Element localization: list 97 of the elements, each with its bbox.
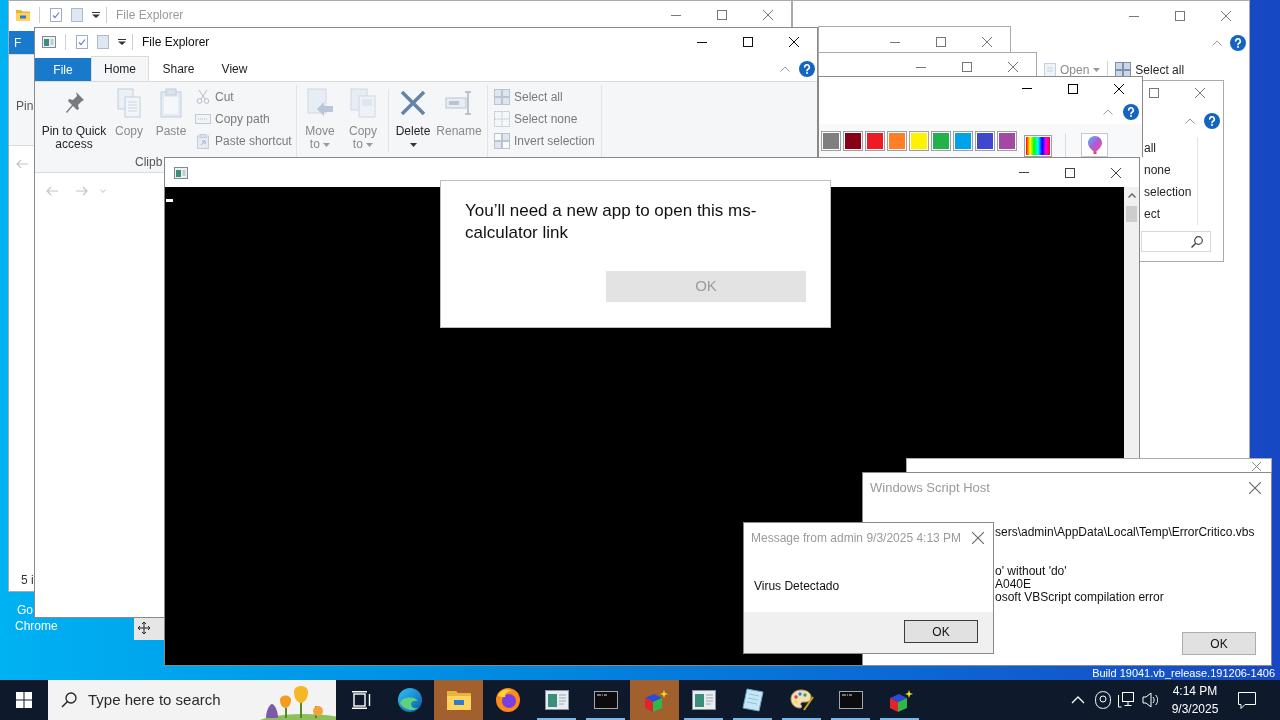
error-detail-text: A040E (995, 578, 1033, 591)
dialog-message: You’ll need a new app to open this ms-calculator link (465, 200, 758, 244)
windows-logo-icon (16, 692, 32, 708)
close-icon[interactable] (1114, 83, 1124, 94)
color-spectrum-icon[interactable] (1024, 135, 1052, 157)
ok-button[interactable]: OK (1182, 632, 1256, 655)
color-swatch[interactable] (997, 131, 1017, 151)
task-view-icon (349, 691, 372, 709)
window-icon (174, 166, 188, 179)
desktop-icon-label[interactable]: Chrome (15, 619, 58, 633)
ribbon-command[interactable]: all (1144, 137, 1197, 159)
window-title: File Explorer (142, 34, 210, 51)
checkmark-page-icon[interactable] (50, 8, 62, 22)
ribbon-button[interactable]: Pin to Quick access (40, 85, 108, 155)
desktop-icon-label[interactable]: Go (17, 603, 33, 617)
grid-icon (494, 89, 510, 105)
search-icon (1191, 235, 1203, 248)
close-icon[interactable] (1111, 167, 1121, 178)
checkmark-page-icon[interactable] (76, 35, 88, 49)
error-detail-text: osoft VBScript compilation error (995, 591, 1165, 604)
group-label: Clipb (135, 155, 163, 169)
clock-button[interactable]: 4:14 PM 9/3/2025 (1164, 682, 1226, 718)
window-icon (544, 690, 569, 710)
network-icon[interactable] (1118, 692, 1134, 708)
palette-icon (789, 688, 814, 712)
window-corner-panel[interactable] (134, 618, 164, 640)
window-title: File Explorer (116, 7, 184, 24)
webcam-icon[interactable] (1095, 691, 1111, 709)
two-pages-icon (350, 88, 376, 118)
color-swatch[interactable] (821, 131, 841, 151)
maximize-icon[interactable] (1065, 167, 1075, 178)
file-tab[interactable]: F (9, 31, 34, 54)
x-mark-icon (400, 90, 426, 116)
maximize-icon[interactable] (743, 37, 753, 47)
move-cursor-icon (138, 622, 150, 634)
search-field[interactable]: Type here to search (88, 688, 253, 712)
ok-button[interactable]: OK (904, 620, 978, 643)
search-field[interactable] (1141, 231, 1211, 252)
help-icon[interactable] (1123, 104, 1139, 120)
ribbon-tab[interactable]: Share (149, 56, 208, 81)
ribbon-tab[interactable]: View (208, 56, 261, 81)
window-icon (42, 36, 56, 48)
dialog-title: Message from admin 9/3/2025 4:13 PM (751, 530, 962, 547)
ribbon-command[interactable]: ect (1144, 203, 1197, 225)
color-swatch[interactable] (953, 131, 973, 151)
maximize-icon[interactable] (1068, 83, 1078, 94)
dashed-grid-icon (494, 111, 510, 127)
terminal-icon (838, 691, 863, 709)
help-icon[interactable] (1204, 113, 1220, 129)
swirl-icon (397, 688, 422, 712)
two-pages-icon (117, 88, 141, 118)
text-field-cursor-icon (445, 91, 473, 115)
page-icon (1044, 63, 1056, 77)
folder-icon (446, 690, 471, 710)
ribbon-button[interactable]: Delete (392, 85, 434, 156)
balloon-button[interactable] (1081, 133, 1108, 157)
dialog-message: Virus Detectado (754, 579, 840, 593)
flame-globe-icon (495, 688, 520, 712)
window-icon (691, 690, 716, 710)
volume-icon[interactable] (1142, 691, 1158, 709)
status-text: 5 i (21, 572, 34, 589)
ribbon-tab[interactable]: Home (91, 56, 149, 81)
scrollbar-thumb[interactable] (1126, 206, 1137, 222)
search-icon (61, 692, 77, 708)
dropdown-icon[interactable] (118, 39, 126, 45)
file-tab[interactable]: File (35, 58, 91, 81)
folder-icon (16, 9, 30, 21)
error-detail-text: o' without 'do' (995, 565, 1068, 578)
dropdown-icon[interactable] (92, 12, 100, 18)
help-icon[interactable] (1230, 35, 1246, 51)
pushpin-icon (64, 92, 84, 114)
partial-grid-icon (494, 133, 510, 149)
color-swatch[interactable] (843, 131, 863, 151)
scissors-icon (196, 90, 210, 104)
page-arrow-icon (307, 88, 333, 118)
color-swatch[interactable] (975, 131, 995, 151)
minimize-icon[interactable] (697, 41, 707, 43)
clipboard-icon (160, 88, 182, 118)
build-text: Build 19041.vb_release.191206-1406 (1092, 666, 1275, 680)
close-icon[interactable] (789, 37, 799, 47)
search-bar[interactable]: Type here to search (48, 680, 336, 720)
path-bar-icon (195, 114, 211, 124)
terminal-icon (593, 691, 618, 709)
ribbon-command[interactable]: Pin (16, 99, 34, 113)
paper-sheet-icon (741, 688, 764, 712)
color-swatch[interactable] (887, 131, 907, 151)
scroll-up-icon[interactable] (1127, 193, 1136, 198)
color-swatch[interactable] (909, 131, 929, 151)
help-icon[interactable] (799, 60, 815, 77)
balloon-icon (1087, 136, 1102, 154)
color-swatch[interactable] (931, 131, 951, 151)
notification-icon[interactable] (1238, 691, 1256, 709)
dialog-title: Windows Script Host (870, 479, 990, 498)
ribbon-command[interactable]: none (1144, 159, 1197, 181)
color-swatch[interactable] (865, 131, 885, 151)
ribbon-command[interactable]: selection (1144, 181, 1197, 203)
file-path-text: sers\admin\AppData\Local\Temp\ErrorCritico.vbs (995, 525, 1256, 539)
